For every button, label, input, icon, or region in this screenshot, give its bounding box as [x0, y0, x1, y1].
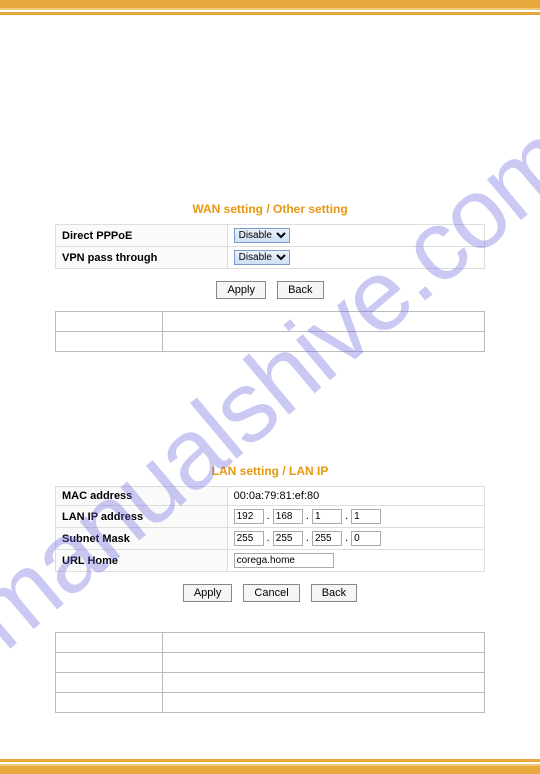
back-button[interactable]: Back [277, 281, 323, 299]
cancel-button[interactable]: Cancel [243, 584, 299, 602]
lan-button-row: Apply Cancel Back [55, 584, 485, 602]
header-bar-thick [0, 0, 540, 10]
footer-bars [0, 757, 540, 774]
back-button[interactable]: Back [311, 584, 357, 602]
wan-button-row: Apply Back [55, 281, 485, 299]
wan-settings-table: Direct PPPoE Disable VPN pass through Di… [55, 224, 485, 269]
direct-pppoe-value-cell: Disable [227, 225, 484, 247]
mask-octet-2[interactable] [273, 531, 303, 546]
table-row: LAN IP address . . . [56, 506, 485, 528]
mask-octet-4[interactable] [351, 531, 381, 546]
lan-section-title: LAN setting / LAN IP [55, 464, 485, 478]
vpn-passthrough-value-cell: Disable [227, 247, 484, 269]
apply-button[interactable]: Apply [183, 584, 233, 602]
mac-address-label: MAC address [56, 487, 228, 506]
table-row: Subnet Mask . . . [56, 528, 485, 550]
apply-button[interactable]: Apply [216, 281, 266, 299]
lan-settings-table: MAC address 00:0a:79:81:ef:80 LAN IP add… [55, 486, 485, 572]
vpn-passthrough-label: VPN pass through [56, 247, 228, 269]
subnet-mask-value-cell: . . . [227, 528, 484, 550]
subnet-mask-label: Subnet Mask [56, 528, 228, 550]
table-row: URL Home [56, 550, 485, 572]
wan-empty-table [55, 311, 485, 352]
lan-ip-value-cell: . . . [227, 506, 484, 528]
direct-pppoe-select[interactable]: Disable [234, 228, 290, 243]
ip-octet-2[interactable] [273, 509, 303, 524]
lan-empty-table [55, 632, 485, 713]
table-row: Direct PPPoE Disable [56, 225, 485, 247]
table-row: MAC address 00:0a:79:81:ef:80 [56, 487, 485, 506]
mac-address-value: 00:0a:79:81:ef:80 [227, 487, 484, 506]
mask-octet-3[interactable] [312, 531, 342, 546]
direct-pppoe-label: Direct PPPoE [56, 225, 228, 247]
ip-octet-1[interactable] [234, 509, 264, 524]
vpn-passthrough-select[interactable]: Disable [234, 250, 290, 265]
url-home-input[interactable] [234, 553, 334, 568]
lan-ip-label: LAN IP address [56, 506, 228, 528]
mask-octet-1[interactable] [234, 531, 264, 546]
ip-octet-4[interactable] [351, 509, 381, 524]
ip-octet-3[interactable] [312, 509, 342, 524]
url-home-label: URL Home [56, 550, 228, 572]
url-home-value-cell [227, 550, 484, 572]
table-row: VPN pass through Disable [56, 247, 485, 269]
wan-section-title: WAN setting / Other setting [55, 202, 485, 216]
page-content: WAN setting / Other setting Direct PPPoE… [0, 15, 540, 713]
